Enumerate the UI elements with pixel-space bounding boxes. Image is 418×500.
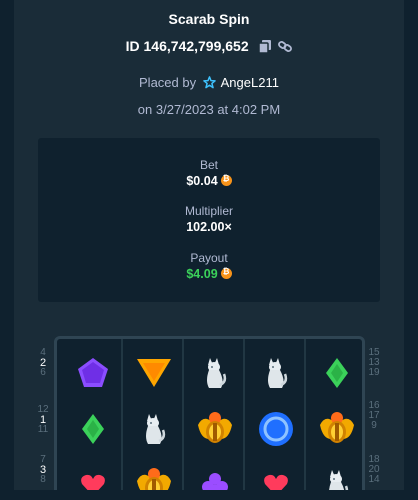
reel-cell [64, 403, 122, 459]
reel-cell [186, 403, 244, 459]
purple-pentagon-icon [76, 356, 110, 395]
bet-stats-panel: Bet $0.04 Multiplier 102.00× Payout $4.0… [38, 138, 380, 302]
purple-club-icon [201, 471, 229, 490]
bet-details-modal: Scarab Spin ID 146,742,799,652 Placed by… [14, 0, 404, 490]
bet-id-row: ID 146,742,799,652 [14, 38, 404, 56]
reel-cell [186, 347, 244, 403]
payout-label: Payout [190, 251, 228, 265]
bet-value-row: $0.04 [38, 174, 380, 188]
reel-cell [308, 403, 362, 459]
reel-cell [308, 459, 362, 490]
scarab-icon [134, 465, 174, 490]
white-cat-icon [202, 355, 228, 396]
payline-numbers-right-row2: 16 17 9 [368, 400, 380, 431]
payline-numbers-left-row2: 12 1 11 [37, 404, 49, 435]
green-diamond-icon [325, 357, 349, 394]
payline-numbers-right-row1: 15 13 19 [368, 347, 380, 378]
placed-by-label: Placed by [139, 75, 197, 90]
reel-cell [247, 347, 305, 403]
reel-cell [186, 459, 244, 490]
multiplier-value: 102.00× [186, 220, 232, 234]
payline-numbers-left-row1: 426 [39, 347, 47, 378]
copy-icon[interactable] [257, 40, 271, 56]
reel-cell [125, 347, 183, 403]
bet-value: $0.04 [186, 174, 218, 188]
payout-value: $4.09 [186, 267, 218, 281]
bitcoin-icon [220, 267, 232, 279]
footer-strip [14, 490, 404, 500]
reel-cell [64, 459, 122, 490]
reel-cell [125, 403, 183, 459]
link-icon[interactable] [278, 40, 293, 56]
white-cat-icon [324, 467, 350, 490]
red-heart-icon [263, 473, 289, 490]
bet-label: Bet [199, 158, 218, 172]
multiplier-label: Multiplier [184, 204, 233, 218]
reel-cell [308, 347, 362, 403]
reel-cell [247, 459, 305, 490]
scarab-icon [195, 409, 235, 454]
bet-id: ID 146,742,799,652 [125, 38, 249, 54]
payline-numbers-left-row3: 738 [39, 454, 47, 485]
green-diamond-icon [81, 413, 105, 450]
game-title[interactable]: Scarab Spin [14, 11, 404, 27]
blue-ring-icon [258, 411, 294, 452]
payout-value-row: $4.09 [38, 267, 380, 281]
placed-by-row: Placed by AngeL211 [14, 75, 404, 90]
username-link[interactable]: AngeL211 [221, 75, 279, 90]
reel-cell [64, 347, 122, 403]
white-cat-icon [263, 355, 289, 396]
white-cat-icon [141, 411, 167, 452]
star-badge-icon [200, 75, 221, 90]
reel-cell [247, 403, 305, 459]
slot-reels [54, 336, 365, 490]
reel-cell [125, 459, 183, 490]
payline-numbers-right-row3: 18 20 14 [368, 454, 380, 485]
bet-date: on 3/27/2023 at 4:02 PM [137, 102, 281, 117]
red-heart-icon [80, 473, 106, 490]
orange-triangle-icon [136, 357, 172, 394]
bitcoin-icon [220, 174, 232, 186]
scarab-icon [317, 409, 357, 454]
